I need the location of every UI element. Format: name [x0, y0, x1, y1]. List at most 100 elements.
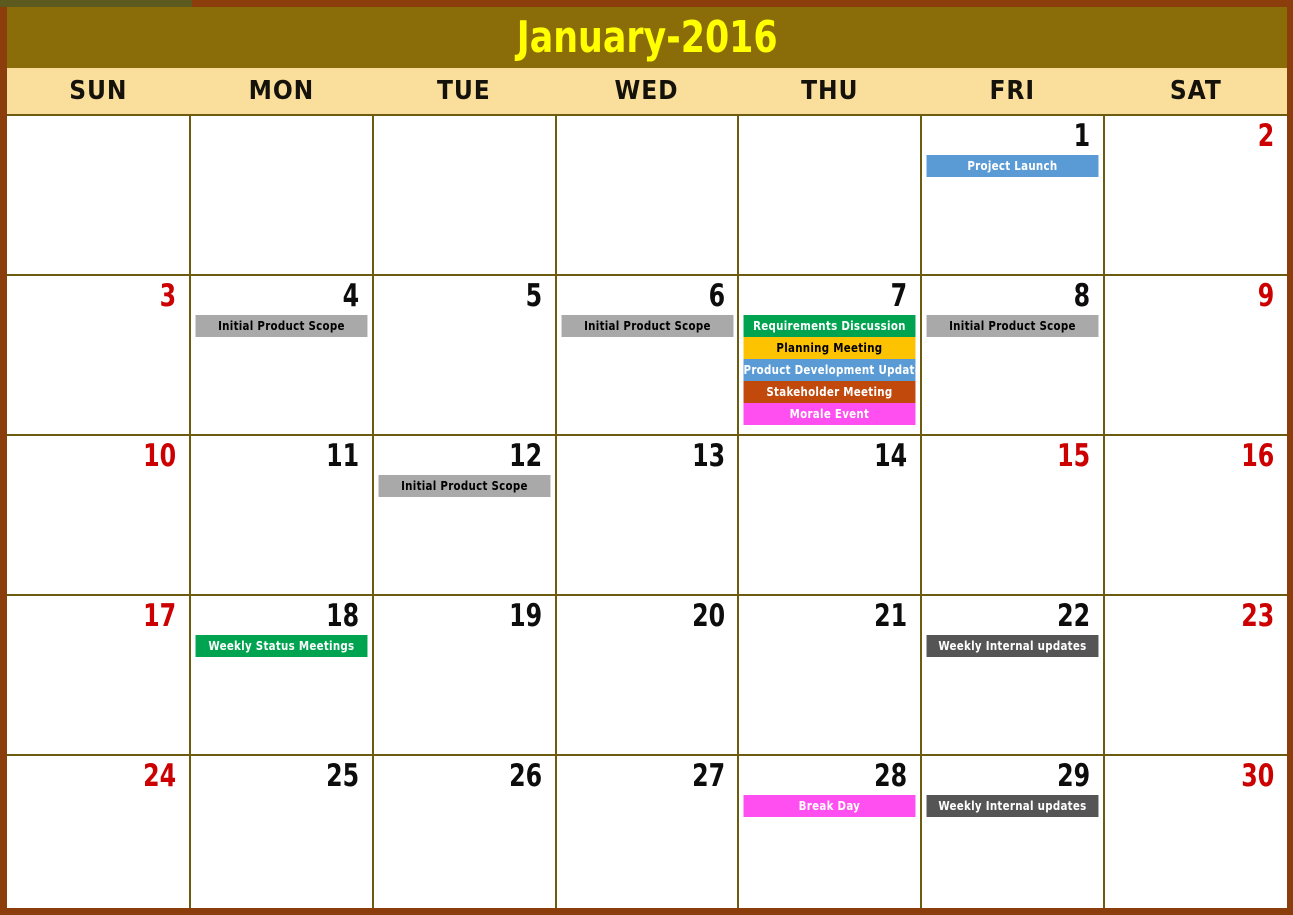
event-bar[interactable]: Weekly Status Meetings	[195, 635, 368, 657]
day-cell-15[interactable]: 15	[920, 435, 1105, 596]
day-events: Initial Product Scope	[192, 315, 372, 337]
day-cell-2[interactable]: 2	[1103, 115, 1287, 276]
day-cell-1[interactable]: 1 Project Launch	[920, 115, 1105, 276]
day-cell-29[interactable]: 29 Weekly Internal updates	[920, 755, 1105, 914]
calendar-title-cell: January-2016	[7, 7, 1287, 68]
day-cell-9[interactable]: 9	[1103, 275, 1287, 436]
event-bar[interactable]: Weekly Internal updates	[926, 795, 1099, 817]
day-number: 13	[691, 438, 725, 474]
day-number: 3	[159, 278, 177, 314]
day-cell-3[interactable]: 3	[7, 275, 190, 436]
frame-border-top	[192, 0, 1293, 7]
day-number: 7	[890, 278, 908, 314]
weekday-header-label: TUE	[437, 76, 491, 106]
day-cell-18[interactable]: 18 Weekly Status Meetings	[188, 595, 373, 756]
weekday-header-sat: SAT	[1104, 68, 1287, 116]
weekday-header-label: SAT	[1169, 76, 1222, 106]
day-cell-27[interactable]: 27	[554, 755, 739, 914]
weekday-header-label: FRI	[989, 76, 1036, 106]
day-cell-22[interactable]: 22 Weekly Internal updates	[920, 595, 1105, 756]
day-number: 25	[325, 758, 359, 794]
day-cell-6[interactable]: 6 Initial Product Scope	[554, 275, 739, 436]
day-cell-25[interactable]: 25	[188, 755, 373, 914]
event-bar[interactable]: Project Launch	[926, 155, 1099, 177]
day-number: 18	[325, 598, 359, 634]
day-number: 2	[1257, 118, 1275, 154]
day-number: 19	[508, 598, 542, 634]
day-number: 9	[1257, 278, 1275, 314]
day-cell-10[interactable]: 10	[7, 435, 190, 596]
weekday-header-label: MON	[248, 76, 315, 106]
day-cell-30[interactable]: 30	[1103, 755, 1287, 914]
event-bar[interactable]: Product Development Update	[743, 359, 916, 381]
day-number: 5	[525, 278, 542, 314]
weekday-header-label: WED	[614, 76, 679, 106]
day-cell-11[interactable]: 11	[188, 435, 373, 596]
day-cell-empty[interactable]	[188, 115, 373, 276]
event-bar[interactable]: Weekly Internal updates	[926, 635, 1099, 657]
day-number: 10	[143, 438, 177, 474]
event-bar[interactable]: Break Day	[743, 795, 916, 817]
day-events: Requirements Discussion Planning Meeting P…	[740, 315, 920, 425]
event-bar[interactable]: Initial Product Scope	[926, 315, 1099, 337]
frame-border-bottom	[0, 908, 1293, 915]
day-cell-23[interactable]: 23	[1103, 595, 1287, 756]
top-left-olive-strip	[0, 0, 192, 7]
day-cell-4[interactable]: 4 Initial Product Scope	[188, 275, 373, 436]
day-cell-empty[interactable]	[737, 115, 922, 276]
day-cell-16[interactable]: 16	[1103, 435, 1287, 596]
day-events: Break Day	[740, 795, 920, 817]
weekday-header-row: SUN MON TUE WED THU FRI SAT	[7, 68, 1287, 116]
calendar-week-row: 1 Project Launch 2	[7, 115, 1287, 276]
day-number: 21	[874, 598, 908, 634]
day-number: 15	[1057, 438, 1091, 474]
day-cell-19[interactable]: 19	[371, 595, 556, 756]
calendar-week-row: 17 18 Weekly Status Meetings 19 20 21 22 Weekly…	[7, 595, 1287, 756]
event-bar[interactable]: Initial Product Scope	[195, 315, 368, 337]
page-title: January-2016	[516, 12, 778, 63]
event-bar[interactable]: Requirements Discussion	[743, 315, 916, 337]
event-bar[interactable]: Morale Event	[743, 403, 916, 425]
event-bar[interactable]: Stakeholder Meeting	[743, 381, 916, 403]
day-cell-13[interactable]: 13	[554, 435, 739, 596]
day-cell-28[interactable]: 28 Break Day	[737, 755, 922, 914]
day-cell-24[interactable]: 24	[7, 755, 190, 914]
event-bar[interactable]: Initial Product Scope	[561, 315, 733, 337]
day-number: 24	[143, 758, 177, 794]
day-cell-26[interactable]: 26	[371, 755, 556, 914]
frame-border-left	[0, 0, 7, 915]
weekday-header-fri: FRI	[921, 68, 1105, 116]
day-number: 12	[508, 438, 542, 474]
day-number: 29	[1057, 758, 1091, 794]
day-events: Weekly Status Meetings	[192, 635, 372, 657]
day-cell-5[interactable]: 5	[371, 275, 556, 436]
day-cell-empty[interactable]	[554, 115, 739, 276]
day-events: Initial Product Scope	[558, 315, 738, 337]
day-cell-17[interactable]: 17	[7, 595, 190, 756]
day-number: 6	[708, 278, 725, 314]
day-cell-empty[interactable]	[371, 115, 556, 276]
weekday-header-wed: WED	[555, 68, 739, 116]
day-events: Initial Product Scope	[923, 315, 1103, 337]
calendar-week-row: 10 11 12 Initial Product Scope 13 14 15 16	[7, 435, 1287, 596]
event-bar[interactable]: Planning Meeting	[743, 337, 916, 359]
day-number: 4	[342, 278, 359, 314]
day-cell-21[interactable]: 21	[737, 595, 922, 756]
day-events: Initial Product Scope	[375, 475, 555, 497]
day-cell-8[interactable]: 8 Initial Product Scope	[920, 275, 1105, 436]
day-number: 16	[1241, 438, 1275, 474]
day-number: 27	[691, 758, 725, 794]
day-cell-20[interactable]: 20	[554, 595, 739, 756]
day-number: 26	[508, 758, 542, 794]
day-number: 22	[1057, 598, 1091, 634]
day-number: 30	[1241, 758, 1275, 794]
day-number: 1	[1073, 118, 1091, 154]
day-cell-12[interactable]: 12 Initial Product Scope	[371, 435, 556, 596]
day-number: 23	[1241, 598, 1275, 634]
day-cell-7[interactable]: 7 Requirements Discussion Planning Meeting…	[737, 275, 922, 436]
calendar-title-row: January-2016	[7, 7, 1287, 68]
event-bar[interactable]: Initial Product Scope	[378, 475, 551, 497]
day-cell-14[interactable]: 14	[737, 435, 922, 596]
day-number: 11	[325, 438, 359, 474]
day-cell-empty[interactable]	[7, 115, 190, 276]
